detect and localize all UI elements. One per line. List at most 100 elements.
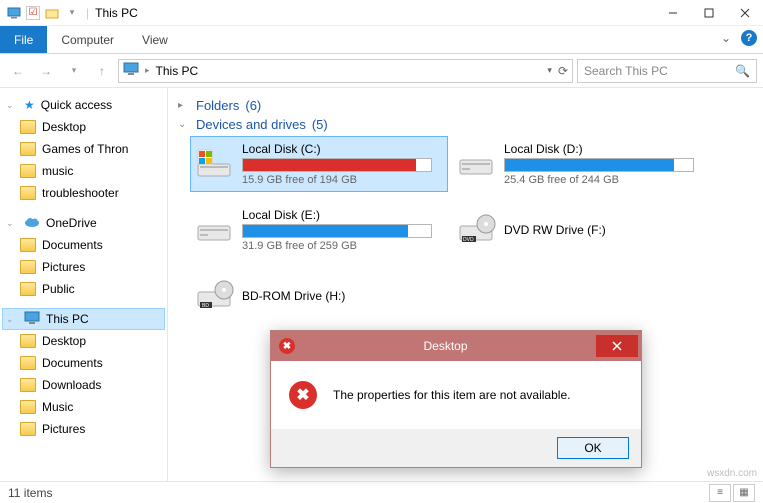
tab-view[interactable]: View <box>128 26 182 53</box>
drive-free-text: 15.9 GB free of 194 GB <box>242 174 444 186</box>
drive-usage-bar <box>242 158 432 172</box>
breadcrumb-sep-icon: ▸ <box>145 65 150 76</box>
sidebar-item-pc-pictures[interactable]: Pictures <box>2 418 165 440</box>
dialog-title: Desktop <box>295 339 596 353</box>
ribbon-expand-icon[interactable]: ⌄ <box>721 31 731 45</box>
dialog-title-bar[interactable]: ✖ Desktop <box>271 331 641 361</box>
qat-new-folder-icon[interactable] <box>44 5 60 21</box>
drive-free-text: 31.9 GB free of 259 GB <box>242 240 444 252</box>
drive-name: Local Disk (E:) <box>242 208 444 222</box>
sidebar-item-music[interactable]: music <box>2 160 165 182</box>
drive-item[interactable]: Local Disk (D:)25.4 GB free of 244 GB <box>452 136 710 192</box>
tab-computer[interactable]: Computer <box>47 26 128 53</box>
folder-icon <box>20 422 36 436</box>
qat-separator: | <box>86 6 89 20</box>
sidebar-item-pc-downloads[interactable]: Downloads <box>2 374 165 396</box>
group-devices[interactable]: ⌄ Devices and drives (5) <box>178 117 753 132</box>
dialog-ok-button[interactable]: OK <box>557 437 629 459</box>
back-button[interactable]: ← <box>6 59 30 83</box>
drive-item[interactable]: BDBD-ROM Drive (H:) <box>190 268 448 324</box>
group-count: (5) <box>312 117 328 132</box>
quick-access-toolbar: ☑ ▾ <box>0 5 86 21</box>
refresh-icon[interactable]: ⟳ <box>558 64 568 78</box>
drive-item[interactable]: DVD DVD RW Drive (F:) <box>452 202 710 258</box>
sidebar-label: OneDrive <box>46 216 97 230</box>
dialog-icon: ✖ <box>279 338 295 354</box>
breadcrumb-this-pc[interactable]: This PC <box>156 64 199 78</box>
sidebar-item-games[interactable]: Games of Thron <box>2 138 165 160</box>
maximize-button[interactable] <box>691 0 727 26</box>
pc-small-icon <box>6 5 22 21</box>
sidebar-item-label: music <box>42 164 73 178</box>
folder-icon <box>20 164 36 178</box>
close-button[interactable] <box>727 0 763 26</box>
sidebar-label: Quick access <box>41 98 112 112</box>
sidebar-item-desktop[interactable]: Desktop <box>2 116 165 138</box>
drive-icon: DVD <box>456 210 496 250</box>
up-button[interactable]: ↑ <box>90 59 114 83</box>
cloud-icon <box>24 216 40 231</box>
sidebar-item-label: troubleshooter <box>42 186 119 200</box>
expand-icon[interactable]: ⌄ <box>6 100 18 111</box>
svg-text:BD: BD <box>202 303 209 309</box>
folder-icon <box>20 142 36 156</box>
drive-usage-bar <box>242 224 432 238</box>
sidebar-item-label: Public <box>42 282 75 296</box>
drive-item[interactable]: Local Disk (C:)15.9 GB free of 194 GB <box>190 136 448 192</box>
sidebar-item-pc-music[interactable]: Music <box>2 396 165 418</box>
nav-bar: ← → ▾ ↑ ▸ This PC ▾ ⟳ Search This PC 🔍 <box>0 54 763 88</box>
sidebar-item-documents[interactable]: Documents <box>2 234 165 256</box>
svg-text:DVD: DVD <box>463 237 474 243</box>
folder-icon <box>20 378 36 392</box>
expand-icon[interactable]: ⌄ <box>6 218 18 229</box>
sidebar-item-label: Documents <box>42 238 103 252</box>
drive-icon <box>194 144 234 184</box>
minimize-button[interactable] <box>655 0 691 26</box>
drive-name: DVD RW Drive (F:) <box>504 223 706 237</box>
group-folders[interactable]: ▸ Folders (6) <box>178 98 753 113</box>
watermark: wsxdn.com <box>707 468 757 479</box>
folder-icon <box>20 186 36 200</box>
view-tiles-button[interactable]: ▦ <box>733 484 755 502</box>
drive-item[interactable]: Local Disk (E:) 31.9 GB free of 259 GB <box>190 202 448 258</box>
qat-properties-icon[interactable]: ☑ <box>26 6 40 20</box>
sidebar-item-troubleshooter[interactable]: troubleshooter <box>2 182 165 204</box>
sidebar-item-pc-desktop[interactable]: Desktop <box>2 330 165 352</box>
expand-icon[interactable]: ⌄ <box>6 314 18 325</box>
sidebar-this-pc[interactable]: ⌄ This PC <box>2 308 165 330</box>
group-label: Folders <box>196 98 239 113</box>
forward-button[interactable]: → <box>34 59 58 83</box>
address-bar[interactable]: ▸ This PC ▾ ⟳ <box>118 59 573 83</box>
sidebar-item-label: Desktop <box>42 120 86 134</box>
help-icon[interactable]: ? <box>741 30 757 46</box>
ribbon-tabs: File Computer View ⌄ ? <box>0 26 763 54</box>
sidebar-quick-access[interactable]: ⌄ ★ Quick access <box>2 94 165 116</box>
error-dialog: ✖ Desktop The properties for this item a… <box>270 330 642 468</box>
search-input[interactable]: Search This PC 🔍 <box>577 59 757 83</box>
chevron-down-icon[interactable]: ⌄ <box>178 119 190 130</box>
folder-icon <box>20 334 36 348</box>
drive-name: Local Disk (D:) <box>504 142 706 156</box>
sidebar-item-label: Games of Thron <box>42 142 128 156</box>
sidebar-item-label: Music <box>42 400 73 414</box>
sidebar-item-pictures[interactable]: Pictures <box>2 256 165 278</box>
search-icon: 🔍 <box>735 64 750 78</box>
status-item-count: 11 items <box>8 486 52 500</box>
title-bar: ☑ ▾ | This PC <box>0 0 763 26</box>
sidebar-item-public[interactable]: Public <box>2 278 165 300</box>
sidebar-item-pc-documents[interactable]: Documents <box>2 352 165 374</box>
address-dropdown-icon[interactable]: ▾ <box>547 65 552 76</box>
tab-file[interactable]: File <box>0 26 47 53</box>
drive-usage-bar <box>504 158 694 172</box>
sidebar-item-label: Pictures <box>42 422 85 436</box>
navigation-pane: ⌄ ★ Quick access Desktop Games of Thron … <box>0 88 168 481</box>
recent-dropdown-icon[interactable]: ▾ <box>62 59 86 83</box>
pc-icon <box>123 62 139 79</box>
dialog-close-button[interactable] <box>596 335 638 357</box>
chevron-right-icon[interactable]: ▸ <box>178 100 190 111</box>
folder-icon <box>20 400 36 414</box>
star-icon: ★ <box>24 98 35 112</box>
qat-customize-icon[interactable]: ▾ <box>64 5 80 21</box>
view-details-button[interactable]: ≡ <box>709 484 731 502</box>
sidebar-onedrive[interactable]: ⌄ OneDrive <box>2 212 165 234</box>
